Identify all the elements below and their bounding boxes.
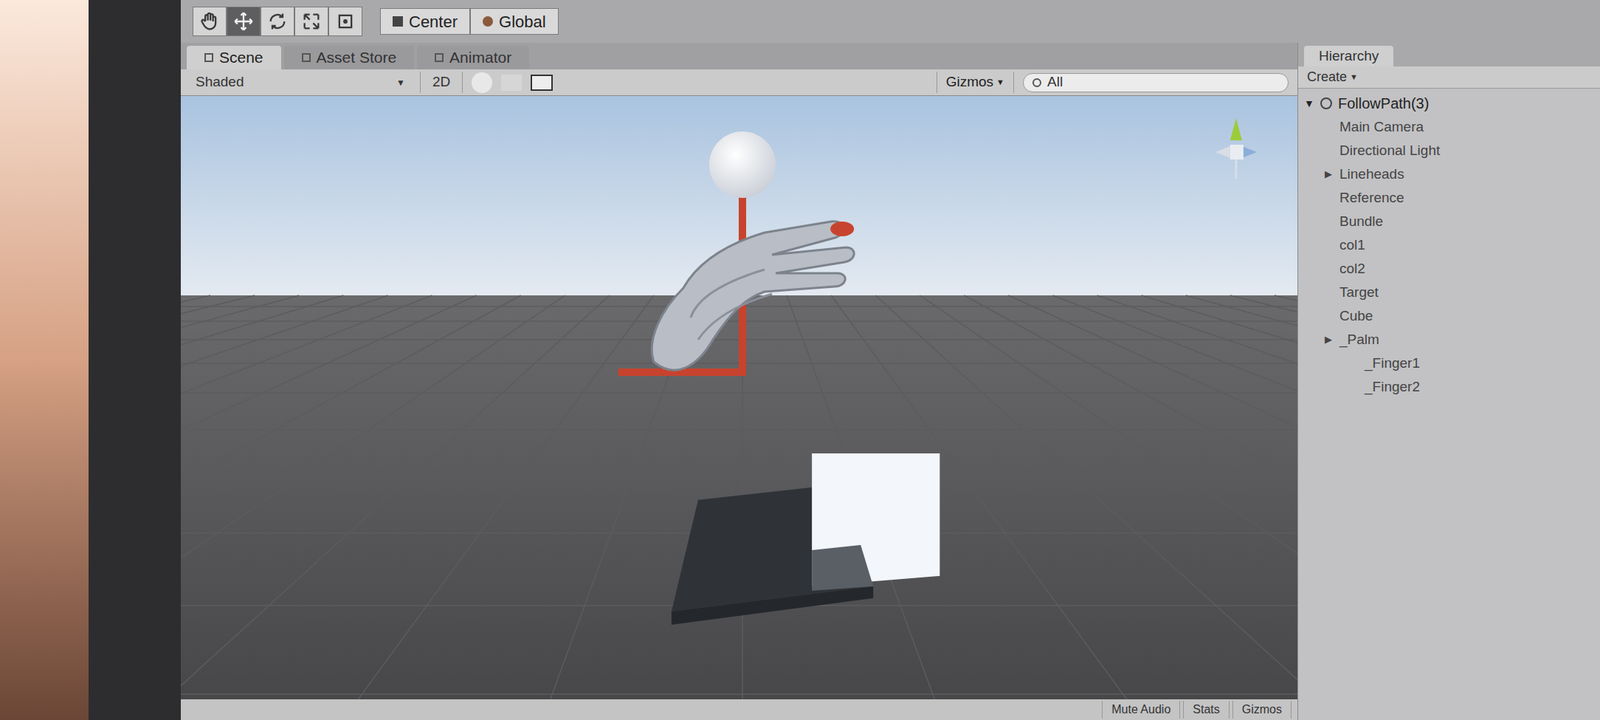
game-bar: Mute AudioStatsGizmos <box>180 698 1298 720</box>
tool-button[interactable] <box>328 6 363 37</box>
expand-arrow-icon: ▶ <box>1324 332 1337 347</box>
move-tool-icon <box>233 11 254 32</box>
tab[interactable]: Animator <box>416 45 530 70</box>
hierarchy-item[interactable]: Cube <box>1298 304 1600 328</box>
game-bar-button[interactable]: Stats <box>1183 700 1229 719</box>
hand-tool-icon <box>199 11 220 32</box>
pivot-icon <box>392 16 403 27</box>
tab-icon <box>204 53 214 62</box>
game-bar-button[interactable]: Mute Audio <box>1101 700 1181 719</box>
gizmos-dropdown[interactable]: Gizmos▼ <box>936 71 1015 93</box>
target-sphere[interactable] <box>709 131 776 198</box>
cube[interactable] <box>671 453 940 625</box>
scene-viewport[interactable] <box>180 95 1298 699</box>
hierarchy-item[interactable]: ▶Lineheads <box>1298 162 1600 186</box>
tab-icon <box>301 53 311 62</box>
dropdown-arrow-icon: ▼ <box>396 76 406 90</box>
2d-toggle[interactable]: 2D <box>419 71 463 93</box>
expand-arrow-icon: ▶ <box>1324 166 1337 182</box>
hierarchy-item[interactable]: Main Camera <box>1298 115 1600 139</box>
hierarchy-item[interactable]: Reference <box>1298 185 1600 210</box>
tool-button[interactable] <box>226 6 261 37</box>
search-icon <box>1032 78 1042 88</box>
lighting-toggle-icon[interactable] <box>471 72 493 93</box>
audio-toggle-icon[interactable] <box>501 74 522 91</box>
transform-tools <box>192 6 363 37</box>
hierarchy-tree: ▼FollowPath(3)Main CameraDirectional Lig… <box>1298 88 1600 402</box>
hierarchy-panel: HierarchyCreate▼▼FollowPath(3)Main Camer… <box>1297 42 1600 720</box>
monitor-bezel <box>0 0 181 720</box>
unity-editor: CenterGlobal SceneAsset StoreAnimatorShad… <box>180 0 1600 720</box>
axis-gizmo-icon[interactable] <box>1215 118 1257 179</box>
rotate-tool-icon <box>267 11 288 32</box>
pivot-buttons: CenterGlobal <box>380 8 559 35</box>
hierarchy-item[interactable]: Directional Light <box>1298 138 1600 163</box>
scene-toolbar: Shaded▼ 2D Gizmos▼ All <box>180 69 1298 96</box>
hierarchy-item[interactable]: _Finger2 <box>1298 374 1600 399</box>
scene-viewport-drawing[interactable] <box>180 95 1298 699</box>
shading-dropdown[interactable]: Shaded▼ <box>189 71 412 93</box>
hierarchy-item[interactable]: Target <box>1298 280 1600 305</box>
hierarchy-item[interactable]: col2 <box>1298 256 1600 281</box>
hand-model[interactable] <box>651 221 854 370</box>
globe-icon <box>482 16 493 27</box>
tab-bar: SceneAsset StoreAnimator <box>180 42 1298 70</box>
hierarchy-item[interactable]: col1 <box>1298 233 1600 257</box>
main-toolbar: CenterGlobal <box>180 0 1600 43</box>
scene-panel: SceneAsset StoreAnimatorShaded▼2DGizmos▼… <box>180 42 1298 720</box>
tab[interactable]: Asset Store <box>284 45 415 70</box>
tab-icon <box>434 53 444 62</box>
pivot-button[interactable]: Global <box>470 8 559 35</box>
photo-of-monitor: CenterGlobal SceneAsset StoreAnimatorShad… <box>0 0 1600 720</box>
tool-button[interactable] <box>260 6 295 37</box>
hierarchy-item[interactable]: Bundle <box>1298 209 1600 234</box>
tool-button[interactable] <box>294 6 329 37</box>
tool-button[interactable] <box>192 6 227 37</box>
tab[interactable]: Scene <box>186 45 282 70</box>
hierarchy-toolbar: Create▼ <box>1298 66 1600 89</box>
rect-tool-icon <box>335 11 356 32</box>
scale-tool-icon <box>301 11 322 32</box>
game-bar-button[interactable]: Gizmos <box>1232 700 1292 719</box>
hierarchy-root[interactable]: ▼FollowPath(3) <box>1298 91 1600 116</box>
hierarchy-item[interactable]: _Finger1 <box>1298 351 1600 375</box>
effects-toggle-icon[interactable] <box>530 74 553 91</box>
pivot-button[interactable]: Center <box>380 8 471 35</box>
hierarchy-tab[interactable]: Hierarchy <box>1298 42 1600 67</box>
scene-search[interactable]: All <box>1022 73 1289 93</box>
scene-icon <box>1320 97 1333 110</box>
hierarchy-item[interactable]: ▶_Palm <box>1298 327 1600 352</box>
create-button[interactable]: Create▼ <box>1307 67 1358 88</box>
expand-arrow-icon: ▼ <box>1304 95 1315 112</box>
